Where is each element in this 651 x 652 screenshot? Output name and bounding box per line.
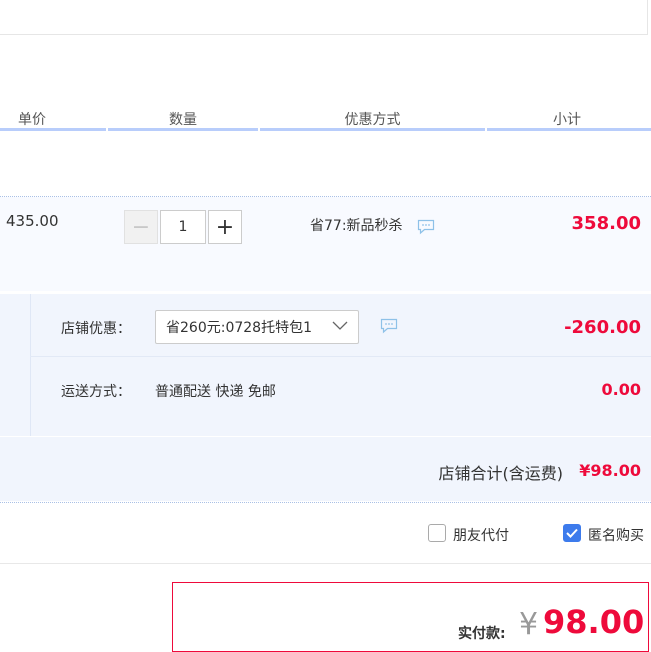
item-subtotal: 358.00 xyxy=(571,213,641,234)
shop-discount-amount: -260.00 xyxy=(564,317,641,338)
shipping-value: 普通配送 快递 免邮 xyxy=(155,384,276,400)
top-panel xyxy=(0,0,648,35)
divider xyxy=(0,563,651,564)
header-underline xyxy=(487,128,651,131)
header-underline xyxy=(260,128,485,131)
shop-total-label: 店铺合计(含运费) xyxy=(438,464,564,483)
item-discount-text: 省77:新品秒杀 xyxy=(310,218,403,234)
unit-price: 435.00 xyxy=(6,212,59,230)
divider xyxy=(30,356,651,357)
shipping-label: 运送方式： xyxy=(61,384,131,400)
item-row xyxy=(0,197,651,291)
anonymous-label: 匿名购买 xyxy=(588,528,644,544)
shop-discount-label: 店铺优惠： xyxy=(61,321,131,337)
chevron-down-icon xyxy=(332,320,348,336)
chat-bubble-icon[interactable] xyxy=(417,219,435,239)
anonymous-checkbox[interactable] xyxy=(563,524,581,542)
header-unit-price: 单价 xyxy=(18,112,46,128)
shipping-fee: 0.00 xyxy=(601,380,641,399)
shop-discount-selected: 省260元:0728托特包1 xyxy=(166,320,312,336)
shop-total-value: ¥98.00 xyxy=(579,461,641,480)
header-discount: 优惠方式 xyxy=(344,112,401,128)
payment-label: 实付款: xyxy=(458,626,506,642)
friend-pay-checkbox[interactable] xyxy=(428,524,446,542)
header-underline xyxy=(0,128,106,131)
divider xyxy=(0,502,651,503)
quantity-increase-button[interactable]: + xyxy=(208,210,242,244)
payment-amount: 98.00 xyxy=(543,603,645,641)
chat-bubble-icon[interactable] xyxy=(380,318,398,338)
quantity-decrease-button[interactable]: − xyxy=(124,210,158,244)
header-quantity: 数量 xyxy=(169,112,197,128)
friend-pay-label: 朋友代付 xyxy=(453,528,509,544)
header-subtotal: 小计 xyxy=(553,112,581,128)
quantity-input[interactable]: 1 xyxy=(160,210,206,244)
checkmark-icon xyxy=(566,528,578,538)
payment-currency: ¥ xyxy=(519,607,539,642)
shop-discount-select[interactable]: 省260元:0728托特包1 xyxy=(155,310,359,344)
header-underline xyxy=(108,128,258,131)
